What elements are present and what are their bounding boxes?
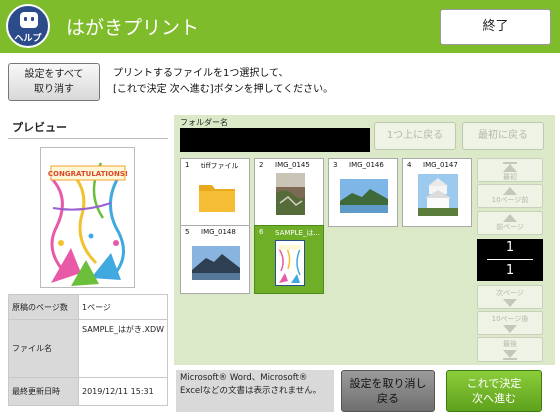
first-page-label: 最初	[503, 173, 517, 181]
info-row: 最終更新日時 2019/12/11 15:31	[8, 377, 168, 406]
file-tile[interactable]: 5 IMG_0148	[180, 225, 250, 294]
file-name: IMG_0147	[423, 161, 458, 169]
file-tile[interactable]: 4 IMG_0147	[402, 158, 472, 227]
file-name: IMG_0145	[275, 161, 310, 169]
file-number: 6	[259, 228, 264, 236]
card-greeting: CONGRATULATIONS!	[48, 170, 128, 178]
info-row: ファイル名 SAMPLE_はがき.XDW	[8, 319, 168, 378]
prev-10-pages-label: 10ページ前	[491, 196, 529, 204]
exit-button[interactable]: 終了	[440, 9, 551, 45]
cancel-all-label-2: 取り消す	[34, 84, 74, 95]
document-info-table: 原稿のページ数 1ページ ファイル名 SAMPLE_はがき.XDW 最終更新日時…	[8, 294, 168, 406]
unsupported-format-note: Microsoft® Word、Microsoft® Excelなどの文書は表示…	[176, 370, 334, 412]
info-label: 最終更新日時	[8, 377, 79, 406]
current-page: 1	[505, 240, 515, 255]
header-bar: ヘルプ はがきプリント 終了	[0, 0, 560, 53]
file-number: 5	[185, 228, 190, 236]
file-number: 2	[259, 161, 264, 169]
next-page-button[interactable]: 次ページ	[477, 285, 543, 309]
file-name: IMG_0148	[201, 228, 236, 236]
preview-title: プレビュー	[12, 121, 67, 134]
last-page-icon	[503, 358, 517, 360]
down-arrow-icon	[503, 325, 517, 333]
up-one-level-button[interactable]: 1つ上に戻る	[374, 122, 456, 150]
file-name: tiffファイル	[201, 162, 239, 170]
info-label: ファイル名	[8, 319, 79, 378]
instruction-line-2: [これで決定 次へ進む]ボタンを押してください。	[113, 84, 334, 95]
postcard-thumbnail	[275, 240, 305, 286]
instruction-text: プリントするファイルを1つ選択して、 [これで決定 次へ進む]ボタンを押してくだ…	[113, 66, 333, 98]
file-number: 1	[185, 161, 190, 169]
page-indicator: 1 1	[477, 239, 543, 281]
photo-thumbnail	[192, 246, 240, 280]
cancel-back-label-2: 戻る	[377, 392, 399, 405]
file-number: 3	[333, 161, 338, 169]
down-arrow-icon	[503, 299, 517, 307]
photo-thumbnail	[276, 173, 305, 215]
folder-name-label: フォルダー名	[180, 118, 228, 127]
file-browser-panel: フォルダー名 1つ上に戻る 最初に戻る 1 tiffファイル 2 IMG_014…	[174, 115, 555, 365]
folder-path-field	[180, 128, 370, 152]
file-tile[interactable]: 1 tiffファイル	[180, 158, 250, 227]
info-value: 1ページ	[78, 294, 168, 320]
file-tile-selected[interactable]: 6 SAMPLE_は...	[254, 225, 324, 294]
last-page-label: 最後	[503, 340, 517, 348]
up-arrow-icon	[503, 214, 517, 222]
info-value: SAMPLE_はがき.XDW	[78, 319, 168, 378]
total-pages: 1	[505, 263, 515, 278]
page-divider	[487, 259, 533, 260]
down-arrow-icon	[503, 350, 517, 358]
up-arrow-icon	[503, 164, 517, 172]
preview-image: CONGRATULATIONS!	[40, 147, 135, 288]
photo-thumbnail	[340, 179, 388, 213]
last-page-button[interactable]: 最後	[477, 337, 543, 362]
file-tile[interactable]: 3 IMG_0146	[328, 158, 398, 227]
photo-thumbnail	[418, 174, 458, 216]
preview-divider	[8, 138, 168, 139]
confirm-label-1: これで決定	[466, 377, 522, 390]
next-page-label: 次ページ	[496, 289, 524, 297]
cancel-back-label-1: 設定を取り消し	[349, 377, 427, 390]
prev-page-label: 前ページ	[496, 223, 524, 231]
app-title: はがきプリント	[66, 17, 200, 39]
help-button[interactable]: ヘルプ	[6, 4, 50, 48]
next-10-pages-button[interactable]: 10ページ後	[477, 311, 543, 335]
prev-10-pages-button[interactable]: 10ページ前	[477, 184, 543, 208]
file-name: IMG_0146	[349, 161, 384, 169]
cancel-all-settings-button[interactable]: 設定をすべて 取り消す	[8, 63, 100, 101]
prev-page-button[interactable]: 前ページ	[477, 211, 543, 235]
help-robot-icon	[20, 12, 38, 28]
cancel-all-label-1: 設定をすべて	[24, 69, 84, 80]
info-row: 原稿のページ数 1ページ	[8, 294, 168, 320]
first-page-button[interactable]: 最初	[477, 158, 543, 182]
instruction-line-1: プリントするファイルを1つ選択して、	[113, 68, 289, 79]
help-label: ヘルプ	[14, 34, 42, 44]
info-label: 原稿のページ数	[8, 294, 79, 320]
confirm-next-button[interactable]: これで決定 次へ進む	[446, 370, 542, 412]
folder-icon	[198, 179, 236, 213]
back-to-top-button[interactable]: 最初に戻る	[462, 122, 544, 150]
up-arrow-icon	[503, 187, 517, 195]
info-value: 2019/12/11 15:31	[78, 377, 168, 406]
cancel-and-back-button[interactable]: 設定を取り消し 戻る	[341, 370, 435, 412]
file-name: SAMPLE_は...	[275, 229, 321, 237]
file-tile[interactable]: 2 IMG_0145	[254, 158, 324, 227]
next-10-pages-label: 10ページ後	[491, 315, 529, 323]
file-number: 4	[407, 161, 412, 169]
confirm-label-2: 次へ進む	[472, 392, 516, 405]
